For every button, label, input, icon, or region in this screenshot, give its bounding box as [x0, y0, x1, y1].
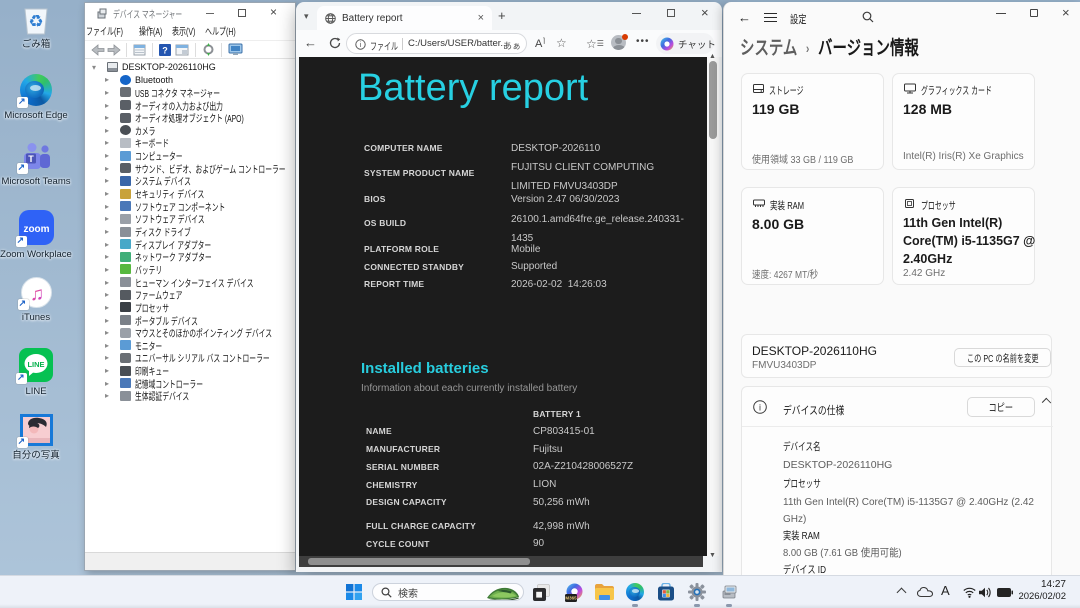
- svg-text:?: ?: [162, 45, 168, 55]
- svg-text:M365: M365: [565, 595, 577, 600]
- svg-text:zoom: zoom: [23, 224, 49, 235]
- svg-text:♻: ♻: [28, 12, 43, 31]
- svg-text:♫: ♫: [29, 284, 43, 305]
- svg-text:i: i: [759, 402, 761, 412]
- svg-text:i: i: [360, 40, 362, 49]
- svg-text:T: T: [28, 154, 34, 164]
- svg-text:LINE: LINE: [27, 360, 44, 369]
